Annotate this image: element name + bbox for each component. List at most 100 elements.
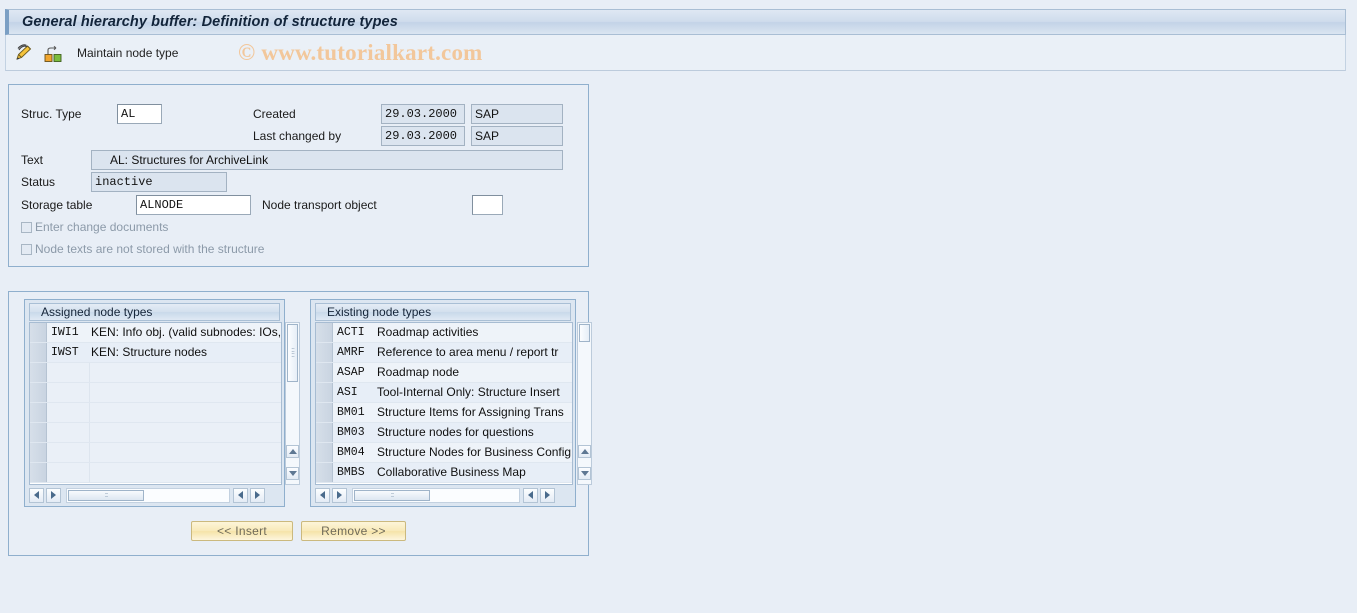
- horizontal-scroll-track[interactable]: :::: [66, 487, 230, 503]
- node-type-code: AMRF: [337, 346, 365, 359]
- chevron-up-icon: [288, 449, 297, 454]
- list-item-empty[interactable]: [30, 383, 281, 403]
- node-transport-object-label: Node transport object: [262, 198, 377, 212]
- row-selector[interactable]: [316, 323, 333, 342]
- existing-vertical-scrollbar[interactable]: [577, 322, 592, 485]
- existing-node-types-list[interactable]: ACTI Roadmap activities AMRF Reference t…: [315, 322, 573, 485]
- node-type-description: Structure nodes for questions: [377, 425, 534, 439]
- row-selector[interactable]: [316, 403, 333, 422]
- row-selector[interactable]: [30, 363, 47, 382]
- checkbox-node-texts-not-stored[interactable]: Node texts are not stored with the struc…: [21, 242, 264, 256]
- list-item[interactable]: IWI1 KEN: Info obj. (valid subnodes: IOs…: [30, 323, 281, 343]
- node-type-code: ACTI: [337, 326, 365, 339]
- created-by-field: SAP: [471, 104, 563, 124]
- sap-screen: General hierarchy buffer: Definition of …: [0, 0, 1357, 613]
- insert-button[interactable]: << Insert: [191, 521, 293, 541]
- existing-horizontal-scrollbar[interactable]: :::: [315, 486, 588, 504]
- node-type-description: KEN: Structure nodes: [91, 345, 208, 359]
- storage-table-label: Storage table: [21, 198, 93, 212]
- list-item[interactable]: BM01 Structure Items for Assigning Trans: [316, 403, 572, 423]
- list-item[interactable]: ASI Tool-Internal Only: Structure Insert: [316, 383, 572, 403]
- struc-type-label: Struc. Type: [21, 107, 82, 121]
- last-changed-by-label: Last changed by: [253, 129, 342, 143]
- scroll-right-button[interactable]: [46, 487, 61, 503]
- scroll-left-button[interactable]: [29, 487, 44, 503]
- list-item[interactable]: IWST KEN: Structure nodes: [30, 343, 281, 363]
- checkbox-label: Node texts are not stored with the struc…: [35, 242, 265, 256]
- status-label: Status: [21, 175, 56, 189]
- node-hierarchy-icon[interactable]: [42, 42, 64, 64]
- row-selector[interactable]: [316, 443, 333, 462]
- row-selector[interactable]: [316, 343, 333, 362]
- row-selector[interactable]: [30, 463, 47, 482]
- node-type-description: Structure Items for Assigning Trans: [377, 405, 564, 419]
- node-type-code: ASAP: [337, 366, 365, 379]
- scroll-right-button[interactable]: [332, 487, 347, 503]
- list-item-empty[interactable]: [30, 423, 281, 443]
- created-date-field: 29.03.2000: [381, 104, 465, 124]
- page-title: General hierarchy buffer: Definition of …: [22, 14, 398, 30]
- checkbox-enter-change-documents[interactable]: Enter change documents: [21, 220, 168, 234]
- row-selector[interactable]: [30, 403, 47, 422]
- node-transport-object-input[interactable]: [472, 195, 503, 215]
- scroll-left-button[interactable]: [315, 487, 330, 503]
- existing-node-types-panel: Existing node types ACTI Roadmap activit…: [310, 299, 592, 507]
- page-left-button[interactable]: [233, 487, 248, 503]
- assigned-node-types-list[interactable]: IWI1 KEN: Info obj. (valid subnodes: IOs…: [29, 322, 282, 485]
- horizontal-scroll-thumb[interactable]: :::: [68, 489, 144, 501]
- assigned-panel-header: Assigned node types: [29, 303, 280, 321]
- list-item[interactable]: ASAP Roadmap node: [316, 363, 572, 383]
- row-selector[interactable]: [30, 323, 47, 342]
- scrollbar-thumb[interactable]: [579, 324, 590, 342]
- row-selector[interactable]: [316, 463, 333, 482]
- page-right-button[interactable]: [250, 487, 265, 503]
- row-selector[interactable]: [30, 343, 47, 362]
- struc-type-input[interactable]: AL: [117, 104, 162, 124]
- structure-type-details-group: Struc. Type AL Created 29.03.2000 SAP La…: [8, 84, 589, 267]
- node-type-description: Roadmap node: [377, 365, 460, 379]
- checkbox-box-icon: [21, 221, 32, 233]
- list-item-empty[interactable]: [30, 363, 281, 383]
- row-selector[interactable]: [316, 383, 333, 402]
- text-label: Text: [21, 153, 44, 167]
- last-changed-by-field: SAP: [471, 126, 563, 146]
- window-title-bar: General hierarchy buffer: Definition of …: [5, 9, 1346, 35]
- list-item[interactable]: AMRF Reference to area menu / report tr: [316, 343, 572, 363]
- row-selector[interactable]: [30, 443, 47, 462]
- list-item[interactable]: BMBS Collaborative Business Map: [316, 463, 572, 483]
- storage-table-input[interactable]: ALNODE: [136, 195, 251, 215]
- node-type-code: BM01: [337, 406, 365, 419]
- list-item-empty[interactable]: [30, 463, 281, 483]
- assigned-vertical-scrollbar[interactable]: ::::::: [285, 322, 300, 485]
- row-selector[interactable]: [30, 423, 47, 442]
- chevron-left-icon: [320, 491, 325, 499]
- node-type-description: Tool-Internal Only: Structure Insert: [377, 385, 560, 399]
- edit-pencil-icon[interactable]: [13, 42, 35, 64]
- page-left-button[interactable]: [523, 487, 538, 503]
- list-item[interactable]: BM04 Structure Nodes for Business Config: [316, 443, 572, 463]
- assigned-horizontal-scrollbar[interactable]: :::: [29, 486, 297, 504]
- grip-icon: ::::::: [291, 347, 295, 359]
- node-type-code: IWI1: [51, 326, 79, 339]
- row-selector[interactable]: [316, 363, 333, 382]
- node-type-description: Collaborative Business Map: [377, 465, 526, 479]
- list-item-empty[interactable]: [30, 403, 281, 423]
- row-selector[interactable]: [316, 423, 333, 442]
- list-item[interactable]: ACTI Roadmap activities: [316, 323, 572, 343]
- list-item[interactable]: BM03 Structure nodes for questions: [316, 423, 572, 443]
- list-item-empty[interactable]: [30, 443, 281, 463]
- row-selector[interactable]: [30, 383, 47, 402]
- scroll-down-button[interactable]: [578, 467, 591, 480]
- scroll-up-button[interactable]: [286, 445, 299, 458]
- chevron-down-icon: [288, 471, 297, 476]
- scroll-down-button[interactable]: [286, 467, 299, 480]
- horizontal-scroll-thumb[interactable]: :::: [354, 489, 430, 501]
- remove-button[interactable]: Remove >>: [301, 521, 406, 541]
- horizontal-scroll-track[interactable]: :::: [352, 487, 520, 503]
- scrollbar-thumb[interactable]: ::::::: [287, 324, 298, 382]
- toolbar: Maintain node type: [5, 35, 1346, 71]
- scroll-up-button[interactable]: [578, 445, 591, 458]
- node-type-code: BM03: [337, 426, 365, 439]
- chevron-left-icon: [34, 491, 39, 499]
- page-right-button[interactable]: [540, 487, 555, 503]
